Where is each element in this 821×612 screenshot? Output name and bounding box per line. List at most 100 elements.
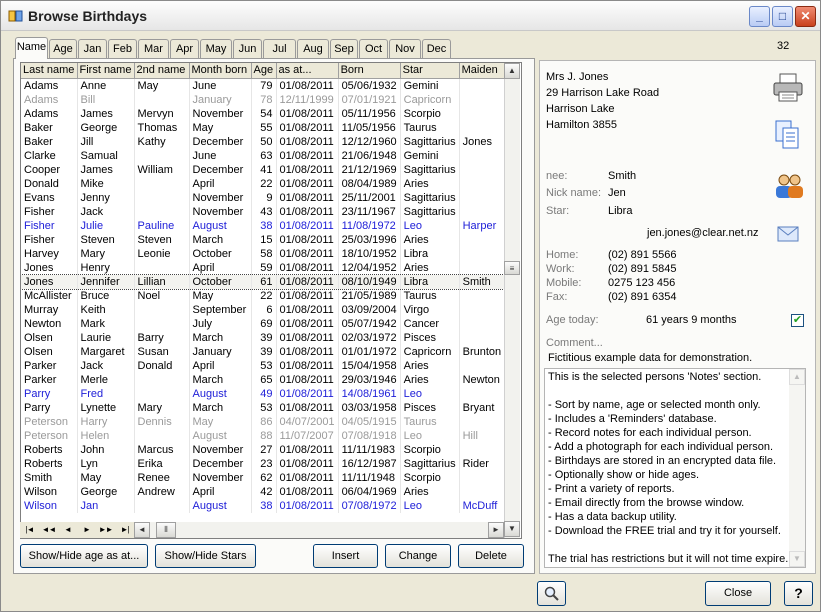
table-cell: 01/08/2011 xyxy=(276,288,339,303)
table-row[interactable]: Smith May Renee November 62 01/08/2011 11/11/1… xyxy=(21,470,507,485)
tab-aug[interactable]: Aug xyxy=(297,39,329,59)
table-row[interactable]: Cooper James William December 41 01/08/2011 21… xyxy=(21,162,507,177)
table-row[interactable]: Peterson Harry Dennis May 86 04/07/2001 04/05/… xyxy=(21,414,507,429)
table-cell xyxy=(134,302,190,317)
tab-feb[interactable]: Feb xyxy=(108,39,137,59)
tab-may[interactable]: May xyxy=(200,39,232,59)
tab-name[interactable]: Name xyxy=(15,37,48,59)
table-row[interactable]: Peterson Helen August 88 11/07/2007 07/08/191… xyxy=(21,428,507,443)
notes-scroll-up-icon[interactable]: ▲ xyxy=(789,369,805,385)
envelope-icon[interactable] xyxy=(777,226,799,242)
people-icon[interactable] xyxy=(772,171,806,201)
tab-oct[interactable]: Oct xyxy=(359,39,388,59)
table-row[interactable]: Parry Fred August 49 01/08/2011 14/08/1961 Leo xyxy=(21,386,507,401)
table-row[interactable]: Wilson George Andrew April 42 01/08/2011 06/04… xyxy=(21,484,507,499)
table-cell: Sagittarius xyxy=(400,190,460,205)
column-header[interactable]: Maiden xyxy=(459,63,507,79)
grid-horizontal-scrollbar[interactable]: ◄ ⦀ ► xyxy=(134,522,504,538)
table-row[interactable]: Adams Bill January 78 12/11/1999 07/01/1921 Ca… xyxy=(21,92,507,107)
table-cell: Lynette xyxy=(77,400,135,415)
column-header[interactable]: as at... xyxy=(276,63,339,79)
table-row[interactable]: McAllister Bruce Noel May 22 01/08/2011 21/05/… xyxy=(21,288,507,303)
column-header[interactable]: Month born xyxy=(189,63,252,79)
column-header[interactable]: Age xyxy=(251,63,277,79)
notes-textarea[interactable]: This is the selected persons 'Notes' sec… xyxy=(544,368,806,568)
next-record-icon[interactable]: ► xyxy=(77,522,96,538)
grid-vertical-scrollbar[interactable]: ▲ ≡ ▼ xyxy=(504,63,520,538)
scroll-right-icon[interactable]: ► xyxy=(488,522,504,538)
close-icon[interactable]: ✕ xyxy=(795,6,816,27)
scroll-thumb[interactable]: ≡ xyxy=(504,261,520,275)
table-row[interactable]: Evans Jenny November 9 01/08/2011 25/11/2001 S… xyxy=(21,190,507,205)
tab-jul[interactable]: Jul xyxy=(263,39,296,59)
printer-icon[interactable] xyxy=(771,71,805,105)
table-cell: November xyxy=(189,190,252,205)
next-page-icon[interactable]: ►► xyxy=(96,522,115,538)
table-row[interactable]: Jones Henry April 59 01/08/2011 12/04/1952 Ari… xyxy=(21,260,507,275)
table-row[interactable]: Olsen Margaret Susan January 39 01/08/2011 01/… xyxy=(21,344,507,359)
last-record-icon[interactable]: ►| xyxy=(115,522,134,538)
column-header[interactable]: Last name xyxy=(21,63,78,79)
column-header[interactable]: 2nd name xyxy=(134,63,190,79)
table-row-selected[interactable]: Jones Jennifer Lillian October 61 01/08/2011 0… xyxy=(21,273,508,290)
tab-mar[interactable]: Mar xyxy=(138,39,169,59)
table-row[interactable]: Wilson Jan August 38 01/08/2011 07/08/1972 Leo… xyxy=(21,498,507,513)
tab-sep[interactable]: Sep xyxy=(330,39,358,59)
table-row[interactable]: Roberts Lyn Erika December 23 01/08/2011 16/12… xyxy=(21,456,507,471)
column-header[interactable]: Born xyxy=(338,63,401,79)
scroll-up-icon[interactable]: ▲ xyxy=(504,63,520,79)
scroll-down-icon[interactable]: ▼ xyxy=(504,521,520,537)
table-row[interactable]: Donald Mike April 22 01/08/2011 08/04/1989 Ari… xyxy=(21,176,507,191)
checkbox-checked-icon[interactable]: ✔ xyxy=(791,314,804,327)
notes-scroll-down-icon[interactable]: ▼ xyxy=(789,551,805,567)
close-button[interactable]: Close xyxy=(705,581,771,606)
tab-apr[interactable]: Apr xyxy=(170,39,199,59)
tab-jan[interactable]: Jan xyxy=(78,39,107,59)
table-row[interactable]: Olsen Laurie Barry March 39 01/08/2011 02/03/1… xyxy=(21,330,507,345)
table-cell: 49 xyxy=(251,386,277,401)
minimize-icon[interactable]: _ xyxy=(749,6,770,27)
nee-value: Smith xyxy=(608,170,637,182)
tab-age[interactable]: Age xyxy=(49,39,77,59)
show-hide-age-button[interactable]: Show/Hide age as at... xyxy=(20,544,148,568)
copy-icon[interactable] xyxy=(773,119,803,151)
tab-nov[interactable]: Nov xyxy=(389,39,421,59)
column-header[interactable]: First name xyxy=(77,63,135,79)
change-button[interactable]: Change xyxy=(385,544,451,568)
email-value[interactable]: jen.jones@clear.net.nz xyxy=(647,227,758,239)
table-row[interactable]: Adams Anne May June 79 01/08/2011 05/06/1932 Ge… xyxy=(21,78,507,93)
table-row[interactable]: Fisher Julie Pauline August 38 01/08/2011 11/0… xyxy=(21,218,507,233)
column-header[interactable]: Star xyxy=(400,63,460,79)
table-row[interactable]: Parry Lynette Mary March 53 01/08/2011 03/03/1… xyxy=(21,400,507,415)
table-row[interactable]: Parker Merle March 65 01/08/2011 29/03/1946 Ar… xyxy=(21,372,507,387)
hscroll-thumb[interactable]: ⦀ xyxy=(156,522,176,538)
table-row[interactable]: Baker Jill Kathy December 50 01/08/2011 12/12/… xyxy=(21,134,507,149)
table-row[interactable]: Harvey Mary Leonie October 58 01/08/2011 18/10… xyxy=(21,246,507,261)
table-row[interactable]: Clarke Samual June 63 01/08/2011 21/06/1948 Ge… xyxy=(21,148,507,163)
table-row[interactable]: Fisher Jack November 43 01/08/2011 23/11/1967… xyxy=(21,204,507,219)
tab-dec[interactable]: Dec xyxy=(422,39,451,59)
insert-button[interactable]: Insert xyxy=(313,544,378,568)
table-row[interactable]: Parker Jack Donald April 53 01/08/2011 15/04/1… xyxy=(21,358,507,373)
table-cell: 14/08/1961 xyxy=(338,386,401,401)
notes-line: - Record notes for each individual perso… xyxy=(548,427,752,439)
prev-page-icon[interactable]: ◄◄ xyxy=(39,522,58,538)
table-row[interactable]: Murray Keith September 6 01/08/2011 03/09/200… xyxy=(21,302,507,317)
help-button[interactable]: ? xyxy=(784,581,813,606)
scroll-left-icon[interactable]: ◄ xyxy=(134,522,150,538)
table-row[interactable]: Fisher Steven Steven March 15 01/08/2011 25/03… xyxy=(21,232,507,247)
delete-button[interactable]: Delete xyxy=(458,544,524,568)
maximize-icon[interactable]: □ xyxy=(772,6,793,27)
tab-jun[interactable]: Jun xyxy=(233,39,262,59)
notes-scrollbar[interactable]: ▲ ▼ xyxy=(789,369,805,567)
table-row[interactable]: Adams James Mervyn November 54 01/08/2011 05/1… xyxy=(21,106,507,121)
search-icon[interactable] xyxy=(537,581,566,606)
table-cell: Parry xyxy=(21,386,78,401)
prev-record-icon[interactable]: ◄ xyxy=(58,522,77,538)
first-record-icon[interactable]: |◄ xyxy=(20,522,39,538)
table-row[interactable]: Newton Mark July 69 01/08/2011 05/07/1942 Canc… xyxy=(21,316,507,331)
show-hide-stars-button[interactable]: Show/Hide Stars xyxy=(155,544,256,568)
birthday-grid[interactable]: Last name First name 2nd name Month born Age… xyxy=(20,62,522,539)
table-row[interactable]: Roberts John Marcus November 27 01/08/2011 11/… xyxy=(21,442,507,457)
table-row[interactable]: Baker George Thomas May 55 01/08/2011 11/05/19… xyxy=(21,120,507,135)
